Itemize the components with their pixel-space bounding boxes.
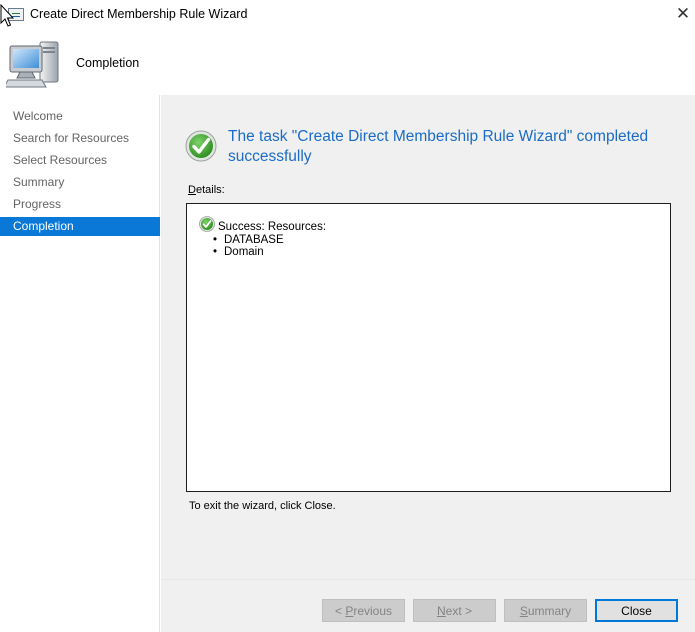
- footer-divider: [161, 579, 695, 580]
- next-button-accel: N: [436, 604, 446, 618]
- success-resources-text: Success: Resources:: [218, 221, 327, 233]
- sidebar-item-select-resources[interactable]: Select Resources: [0, 151, 160, 170]
- close-window-icon[interactable]: ✕: [672, 3, 694, 25]
- details-label-rest: etails:: [195, 184, 225, 196]
- computer-icon: [6, 41, 59, 88]
- list-item: Domain: [213, 246, 284, 258]
- sidebar-item-search-for-resources[interactable]: Search for Resources: [0, 129, 160, 148]
- sidebar-item-welcome[interactable]: Welcome: [0, 107, 160, 126]
- wizard-content: The task "Create Direct Membership Rule …: [161, 95, 695, 632]
- wizard-steps-sidebar: Welcome Search for Resources Select Reso…: [0, 95, 160, 632]
- previous-button[interactable]: < Previous: [322, 599, 405, 622]
- close-button[interactable]: Close: [595, 599, 678, 622]
- sidebar-item-completion[interactable]: Completion: [0, 217, 160, 236]
- previous-button-prefix: <: [334, 604, 346, 618]
- task-completed-message: The task "Create Direct Membership Rule …: [228, 128, 649, 165]
- summary-button-rest: ummary: [527, 604, 572, 618]
- wizard-header: Completion: [0, 30, 695, 95]
- window-title: Create Direct Membership Rule Wizard: [30, 7, 248, 21]
- title-bar: Create Direct Membership Rule Wizard ✕: [0, 0, 695, 30]
- mouse-cursor-icon: [0, 4, 14, 27]
- details-label: Details:: [188, 184, 225, 196]
- summary-button[interactable]: Summary: [504, 599, 587, 622]
- page-title: Completion: [76, 56, 140, 70]
- previous-button-rest: revious: [353, 604, 393, 618]
- summary-button-accel: S: [519, 604, 528, 618]
- list-item: DATABASE: [213, 234, 284, 246]
- resources-list: DATABASE Domain: [213, 234, 284, 258]
- next-button[interactable]: Next >: [413, 599, 496, 622]
- details-textbox[interactable]: Success: Resources: DATABASE Domain: [186, 203, 671, 492]
- success-small-check-icon: [199, 216, 215, 232]
- sidebar-item-progress[interactable]: Progress: [0, 195, 160, 214]
- details-label-accel: D: [188, 184, 196, 196]
- next-button-rest: ext >: [445, 604, 473, 618]
- success-check-icon: [185, 130, 217, 162]
- exit-instruction: To exit the wizard, click Close.: [189, 500, 336, 512]
- sidebar-item-summary[interactable]: Summary: [0, 173, 160, 192]
